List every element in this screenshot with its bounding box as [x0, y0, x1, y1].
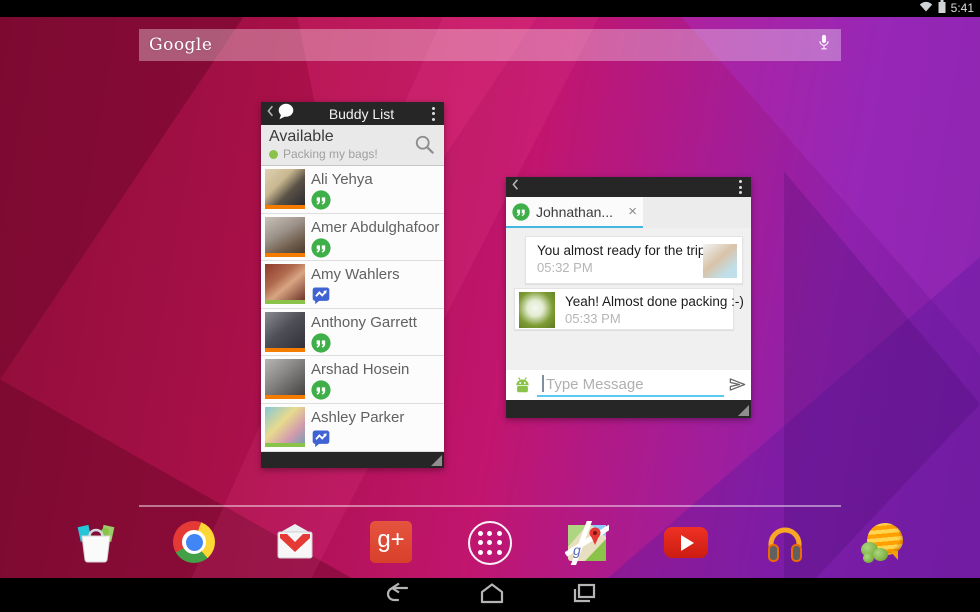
battery-icon [938, 0, 946, 18]
avatar [265, 169, 305, 209]
chevron-left-icon[interactable] [511, 178, 519, 196]
chat-header [506, 177, 751, 197]
chat-tab-strip: Johnathan... × [506, 197, 751, 228]
chat-tab[interactable]: Johnathan... × [506, 197, 643, 226]
mic-icon[interactable] [817, 33, 831, 58]
home-icon[interactable] [479, 582, 505, 609]
presence-bar [265, 253, 305, 257]
google-logo: Google [149, 35, 212, 55]
navigation-bar [0, 578, 980, 612]
buddy-row[interactable]: Ashley Parker [261, 404, 444, 452]
hangouts-icon [311, 238, 331, 258]
message-text: Yeah! Almost done packing :-) [565, 294, 725, 309]
message-time: 05:33 PM [565, 311, 725, 326]
message-input-row: Type Message [506, 370, 751, 400]
recents-icon[interactable] [571, 582, 597, 609]
maps-icon[interactable]: g [565, 521, 609, 565]
message-bubble: Yeah! Almost done packing :-) 05:33 PM [514, 288, 734, 330]
play-store-icon[interactable] [74, 521, 118, 565]
hangouts-icon [311, 333, 331, 353]
buddy-list-header: Buddy List [261, 102, 444, 125]
gmail-icon[interactable] [273, 521, 317, 565]
avatar [265, 407, 305, 447]
trillian-icon[interactable] [860, 521, 904, 565]
status-message: Packing my bags! [283, 147, 378, 161]
search-icon[interactable] [414, 134, 436, 161]
avatar [265, 264, 305, 304]
gplus-glyph: g+ [377, 526, 404, 554]
message-list: You almost ready for the trip? 05:32 PM … [506, 228, 751, 370]
online-dot-icon [269, 150, 278, 159]
buddy-name: Amer Abdulghafoor [311, 219, 439, 236]
buddy-row[interactable]: Amer Abdulghafoor [261, 214, 444, 262]
overflow-menu-icon[interactable] [735, 178, 746, 196]
message-input[interactable]: Type Message [546, 376, 644, 393]
chevron-left-icon[interactable] [266, 104, 274, 123]
app-drawer-icon[interactable] [468, 521, 512, 565]
hangouts-icon [311, 380, 331, 400]
buddy-name: Anthony Garrett [311, 314, 417, 331]
text-cursor [542, 375, 544, 392]
avatar [265, 312, 305, 352]
hangouts-icon [311, 190, 331, 210]
back-icon[interactable] [383, 582, 413, 609]
buddy-name: Ali Yehya [311, 171, 373, 188]
presence-bar [265, 348, 305, 352]
widget-footer [261, 452, 444, 468]
chat-widget: Johnathan... × You almost ready for the … [506, 177, 751, 418]
chat-tab-title: Johnathan... [536, 204, 613, 220]
message-text: You almost ready for the trip? [537, 243, 698, 258]
input-underline [537, 395, 724, 397]
avatar [265, 217, 305, 257]
resize-handle-icon[interactable] [431, 455, 442, 466]
google-search-bar[interactable]: Google [139, 29, 841, 61]
buddy-row[interactable]: Amy Wahlers [261, 261, 444, 309]
messenger-icon [311, 428, 331, 448]
avatar [703, 244, 737, 278]
status-bar: 5:41 [0, 0, 980, 17]
resize-handle-icon[interactable] [738, 405, 749, 416]
avatar [519, 292, 555, 328]
android-robot-icon[interactable] [513, 376, 532, 398]
widget-footer [506, 400, 751, 418]
presence-bar [265, 443, 305, 447]
android-home-screen: 5:41 Google Buddy List Available [0, 0, 980, 612]
buddy-name: Ashley Parker [311, 409, 404, 426]
buddy-list-widget: Buddy List Available Packing my bags! Al… [261, 102, 444, 468]
overflow-menu-icon[interactable] [428, 105, 439, 123]
buddy-name: Amy Wahlers [311, 266, 400, 283]
hangouts-icon [512, 203, 530, 221]
google-plus-icon[interactable]: g+ [370, 521, 414, 565]
avatar [265, 359, 305, 399]
buddy-name: Arshad Hosein [311, 361, 409, 378]
message-time: 05:32 PM [537, 260, 698, 275]
send-icon[interactable] [728, 375, 747, 399]
presence-bar [265, 205, 305, 209]
presence-section[interactable]: Available Packing my bags! [261, 125, 444, 166]
presence-bar [265, 395, 305, 399]
buddy-list: Ali Yehya Amer Abdulghafoor Amy Wahlers … [261, 166, 444, 452]
buddy-row[interactable]: Ali Yehya [261, 166, 444, 214]
clock: 5:41 [951, 0, 974, 17]
chrome-icon[interactable] [173, 521, 217, 565]
chat-bubble-icon [277, 103, 295, 125]
page-indicator [139, 505, 841, 507]
svg-text:g: g [573, 542, 581, 558]
presence-bar [265, 300, 305, 304]
wifi-icon [919, 0, 933, 18]
close-icon[interactable]: × [628, 204, 637, 219]
play-music-icon[interactable] [763, 521, 807, 565]
message-bubble: You almost ready for the trip? 05:32 PM [525, 236, 743, 284]
messenger-icon [311, 285, 331, 305]
widget-title: Buddy List [295, 106, 428, 122]
buddy-row[interactable]: Arshad Hosein [261, 356, 444, 404]
youtube-icon[interactable] [664, 521, 708, 565]
buddy-row[interactable]: Anthony Garrett [261, 309, 444, 357]
